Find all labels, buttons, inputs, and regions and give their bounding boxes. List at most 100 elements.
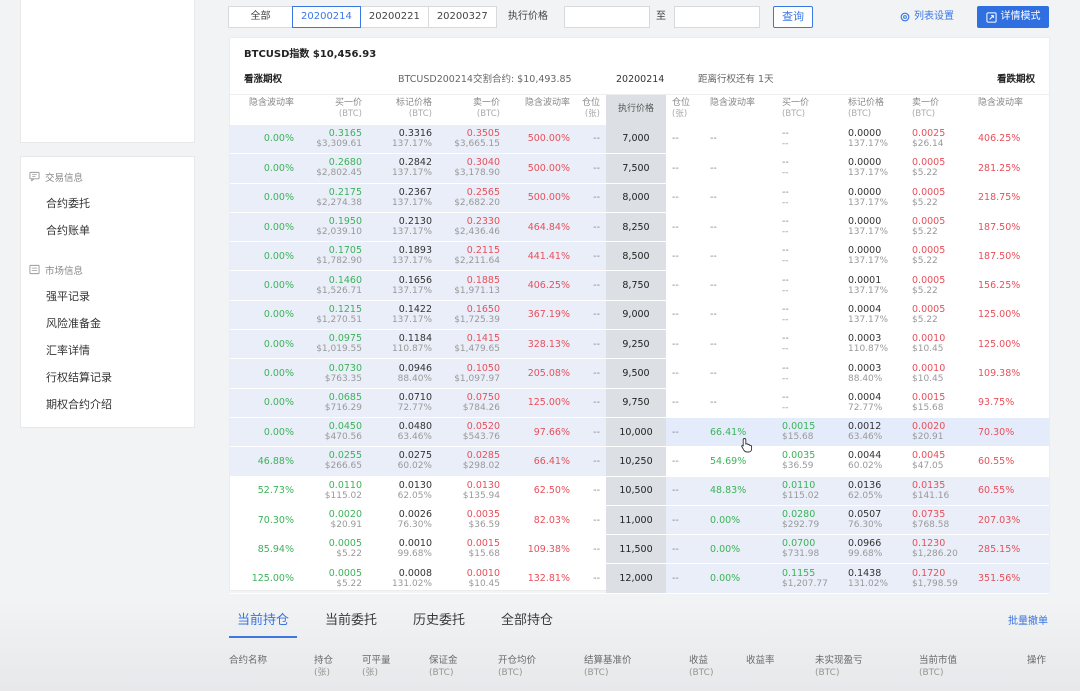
call-mark-price[interactable]: 0.0010 99.68%: [368, 534, 438, 565]
put-bid-price[interactable]: 0.0280 $292.79: [776, 505, 842, 536]
query-button[interactable]: 查询: [773, 6, 813, 28]
call-bid-price[interactable]: 0.0020 $20.91: [300, 505, 368, 536]
put-ask-price[interactable]: 0.0005 $5.22: [906, 212, 972, 243]
call-bid-price[interactable]: 0.2680 $2,802.45: [300, 153, 368, 184]
put-ask-price[interactable]: 0.0025 $26.14: [906, 124, 972, 155]
put-mark-price[interactable]: 0.0507 76.30%: [842, 505, 906, 536]
table-row[interactable]: 0.00% 0.1705 $1,782.90 0.1893 137.17% 0.2115 $…: [230, 241, 1049, 272]
strike-max-input[interactable]: [674, 6, 760, 28]
sidebar-item-liquidations[interactable]: 强平记录: [21, 283, 194, 310]
call-mark-price[interactable]: 0.0710 72.77%: [368, 388, 438, 418]
put-ask-price[interactable]: 0.0010 $10.45: [906, 329, 972, 360]
put-mark-price[interactable]: 0.0000 137.17%: [842, 153, 906, 184]
table-row[interactable]: 0.00% 0.0975 $1,019.55 0.1184 110.87% 0.1415 $…: [230, 329, 1049, 360]
sidebar-item-exercise-records[interactable]: 行权结算记录: [21, 364, 194, 391]
put-bid-price[interactable]: -- --: [776, 241, 842, 272]
call-bid-price[interactable]: 0.1705 $1,782.90: [300, 241, 368, 272]
table-row[interactable]: 52.73% 0.0110 $115.02 0.0130 62.05% 0.0130 $13…: [230, 476, 1049, 506]
sidebar-item-options-intro[interactable]: 期权合约介绍: [21, 391, 194, 418]
call-ask-price[interactable]: 0.2115 $2,211.64: [438, 241, 506, 272]
put-mark-price[interactable]: 0.0001 137.17%: [842, 270, 906, 301]
table-row[interactable]: 0.00% 0.2680 $2,802.45 0.2842 137.17% 0.3040 $…: [230, 153, 1049, 184]
call-bid-price[interactable]: 0.1460 $1,526.71: [300, 270, 368, 301]
table-row[interactable]: 0.00% 0.3165 $3,309.61 0.3316 137.17% 0.3505 $…: [230, 124, 1049, 155]
call-bid-price[interactable]: 0.0450 $470.56: [300, 417, 368, 448]
call-bid-price[interactable]: 0.0975 $1,019.55: [300, 329, 368, 360]
call-mark-price[interactable]: 0.0480 63.46%: [368, 417, 438, 448]
put-ask-price[interactable]: 0.0005 $5.22: [906, 241, 972, 272]
call-ask-price[interactable]: 0.2565 $2,682.20: [438, 183, 506, 213]
call-mark-price[interactable]: 0.2842 137.17%: [368, 153, 438, 184]
put-mark-price[interactable]: 0.1438 131.02%: [842, 563, 906, 594]
table-row[interactable]: 0.00% 0.0730 $763.35 0.0946 88.40% 0.1050 $1,0…: [230, 358, 1049, 389]
call-mark-price[interactable]: 0.0275 60.02%: [368, 446, 438, 477]
call-bid-price[interactable]: 0.0005 $5.22: [300, 563, 368, 594]
sidebar-item-exchange-rate[interactable]: 汇率详情: [21, 337, 194, 364]
call-ask-price[interactable]: 0.0035 $36.59: [438, 505, 506, 536]
call-bid-price[interactable]: 0.3165 $3,309.61: [300, 124, 368, 155]
put-ask-price[interactable]: 0.0045 $47.05: [906, 446, 972, 477]
tab-current-positions[interactable]: 当前持仓: [229, 607, 298, 638]
put-mark-price[interactable]: 0.0044 60.02%: [842, 446, 906, 477]
table-row[interactable]: 70.30% 0.0020 $20.91 0.0026 76.30% 0.0035 $36.…: [230, 505, 1049, 536]
put-ask-price[interactable]: 0.0020 $20.91: [906, 417, 972, 448]
put-bid-price[interactable]: -- --: [776, 300, 842, 331]
put-mark-price[interactable]: 0.0012 63.46%: [842, 417, 906, 448]
sidebar-item-risk-reserve[interactable]: 风险准备金: [21, 310, 194, 337]
call-ask-price[interactable]: 0.3505 $3,665.15: [438, 124, 506, 155]
column-settings-button[interactable]: 列表设置: [899, 6, 954, 28]
table-row[interactable]: 0.00% 0.1950 $2,039.10 0.2130 137.17% 0.2330 $…: [230, 212, 1049, 243]
put-bid-price[interactable]: -- --: [776, 358, 842, 389]
put-bid-price[interactable]: -- --: [776, 329, 842, 360]
call-ask-price[interactable]: 0.0015 $15.68: [438, 534, 506, 565]
batch-cancel-button[interactable]: 批量撤单: [1008, 612, 1048, 627]
call-mark-price[interactable]: 0.1184 110.87%: [368, 329, 438, 360]
detail-mode-button[interactable]: 详情模式: [977, 6, 1049, 28]
put-ask-price[interactable]: 0.0005 $5.22: [906, 270, 972, 301]
put-bid-price[interactable]: -- --: [776, 124, 842, 155]
table-row[interactable]: 0.00% 0.1460 $1,526.71 0.1656 137.17% 0.1885 $…: [230, 270, 1049, 301]
put-mark-price[interactable]: 0.0000 137.17%: [842, 212, 906, 243]
call-bid-price[interactable]: 0.1950 $2,039.10: [300, 212, 368, 243]
put-ask-price[interactable]: 0.0015 $15.68: [906, 388, 972, 418]
put-mark-price[interactable]: 0.0004 72.77%: [842, 388, 906, 418]
call-ask-price[interactable]: 0.0520 $543.76: [438, 417, 506, 448]
call-ask-price[interactable]: 0.0750 $784.26: [438, 388, 506, 418]
strike-min-input[interactable]: [564, 6, 650, 28]
call-mark-price[interactable]: 0.0026 76.30%: [368, 505, 438, 536]
put-mark-price[interactable]: 0.0000 137.17%: [842, 183, 906, 213]
call-bid-price[interactable]: 0.0110 $115.02: [300, 476, 368, 506]
tab-20200327[interactable]: 20200327: [427, 6, 497, 28]
table-row[interactable]: 125.00% 0.0005 $5.22 0.0008 131.02% 0.0010 $10…: [230, 563, 1049, 594]
put-bid-price[interactable]: 0.0110 $115.02: [776, 476, 842, 506]
tab-current-orders[interactable]: 当前委托: [317, 607, 385, 638]
call-mark-price[interactable]: 0.0130 62.05%: [368, 476, 438, 506]
table-row[interactable]: 0.00% 0.0450 $470.56 0.0480 63.46% 0.0520 $543…: [230, 417, 1049, 448]
put-mark-price[interactable]: 0.0003 88.40%: [842, 358, 906, 389]
put-ask-price[interactable]: 0.1230 $1,286.20: [906, 534, 972, 565]
put-bid-price[interactable]: 0.1155 $1,207.77: [776, 563, 842, 594]
call-ask-price[interactable]: 0.0130 $135.94: [438, 476, 506, 506]
call-bid-price[interactable]: 0.0685 $716.29: [300, 388, 368, 418]
call-mark-price[interactable]: 0.0008 131.02%: [368, 563, 438, 594]
tab-all-positions[interactable]: 全部持仓: [493, 607, 561, 638]
put-ask-price[interactable]: 0.0005 $5.22: [906, 153, 972, 184]
put-ask-price[interactable]: 0.0005 $5.22: [906, 183, 972, 213]
call-mark-price[interactable]: 0.1422 137.17%: [368, 300, 438, 331]
call-ask-price[interactable]: 0.1050 $1,097.97: [438, 358, 506, 389]
call-bid-price[interactable]: 0.1215 $1,270.51: [300, 300, 368, 331]
table-row[interactable]: 0.00% 0.0685 $716.29 0.0710 72.77% 0.0750 $784…: [230, 388, 1049, 418]
put-bid-price[interactable]: -- --: [776, 270, 842, 301]
table-row[interactable]: 0.00% 0.2175 $2,274.38 0.2367 137.17% 0.2565 $…: [230, 183, 1049, 213]
tab-order-history[interactable]: 历史委托: [405, 607, 473, 638]
call-ask-price[interactable]: 0.3040 $3,178.90: [438, 153, 506, 184]
call-ask-price[interactable]: 0.0285 $298.02: [438, 446, 506, 477]
call-mark-price[interactable]: 0.0946 88.40%: [368, 358, 438, 389]
put-bid-price[interactable]: -- --: [776, 388, 842, 418]
call-bid-price[interactable]: 0.0005 $5.22: [300, 534, 368, 565]
call-bid-price[interactable]: 0.0255 $266.65: [300, 446, 368, 477]
sidebar-item-contract-orders[interactable]: 合约委托: [21, 190, 194, 217]
put-mark-price[interactable]: 0.0966 99.68%: [842, 534, 906, 565]
put-mark-price[interactable]: 0.0003 110.87%: [842, 329, 906, 360]
tab-all[interactable]: 全部: [228, 6, 293, 28]
